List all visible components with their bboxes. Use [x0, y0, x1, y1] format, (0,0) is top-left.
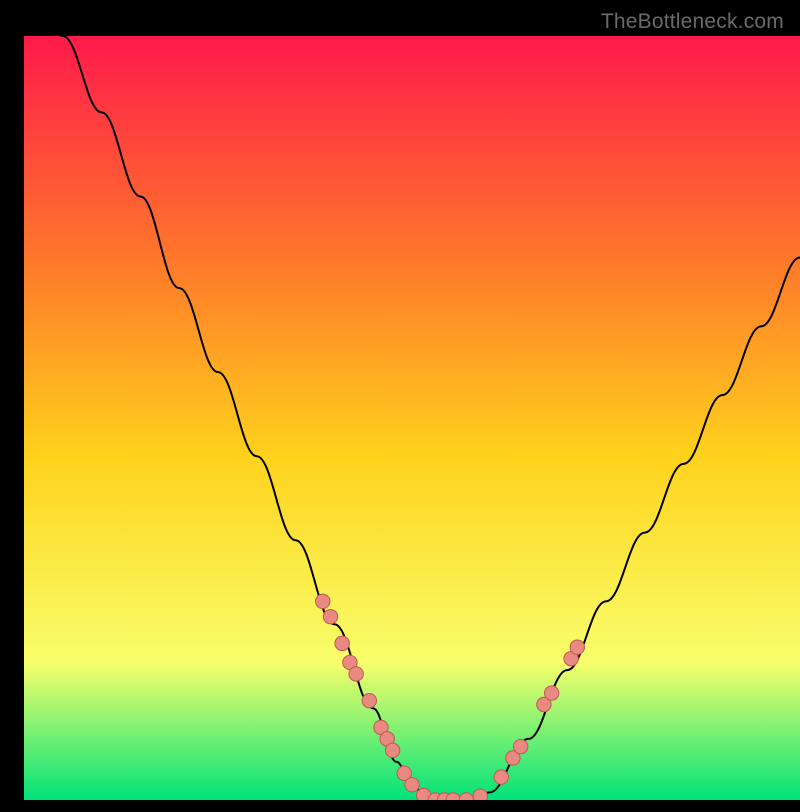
curve-marker: [349, 667, 363, 681]
chart-frame: TheBottleneck.com: [12, 12, 788, 788]
curve-marker: [316, 594, 330, 608]
plot-area: [24, 36, 800, 812]
curve-marker: [385, 743, 399, 757]
curve-marker: [362, 693, 376, 707]
curve-marker: [494, 770, 508, 784]
curve-marker: [473, 789, 487, 800]
curve-marker: [570, 640, 584, 654]
curve-marker: [335, 636, 349, 650]
curve-marker: [405, 778, 419, 792]
gradient-background: [24, 36, 800, 800]
curve-marker: [323, 609, 337, 623]
curve-marker: [544, 686, 558, 700]
watermark-text: TheBottleneck.com: [601, 10, 784, 34]
bottleneck-chart: [24, 36, 800, 800]
curve-marker: [513, 739, 527, 753]
